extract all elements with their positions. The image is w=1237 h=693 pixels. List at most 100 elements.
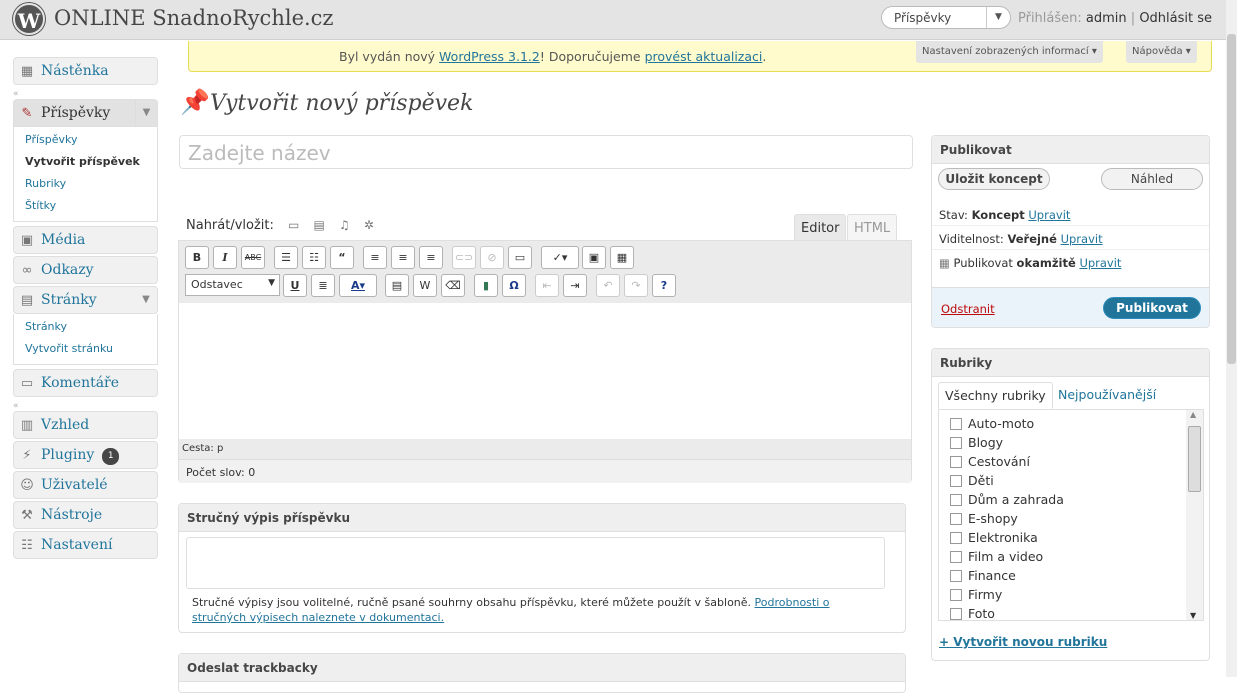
excerpt-title[interactable]: Stručný výpis příspěvku	[179, 504, 905, 532]
more-tag-button[interactable]: ▭	[508, 246, 532, 269]
submenu-item-add-post[interactable]: Vytvořit příspěvek	[14, 152, 157, 174]
category-checkbox[interactable]	[950, 418, 962, 430]
menu-links[interactable]: ∞ Odkazy	[13, 256, 158, 284]
category-scrollbar[interactable]: ▲ ▼	[1186, 410, 1203, 620]
add-audio-icon[interactable]: ♫	[339, 218, 350, 232]
category-checkbox[interactable]	[950, 608, 962, 620]
wordpress-logo-icon[interactable]: W	[13, 3, 45, 35]
menu-users[interactable]: ☺ Uživatelé	[13, 471, 158, 499]
save-draft-button[interactable]: Uložit koncept	[938, 168, 1050, 190]
fullscreen-button[interactable]: ▣	[582, 246, 606, 269]
bold-button[interactable]: B	[185, 246, 209, 269]
remove-format-button[interactable]: ⌫	[441, 274, 465, 297]
categories-title[interactable]: Rubriky	[932, 349, 1209, 377]
delete-link[interactable]: Odstranit	[941, 302, 995, 316]
publish-button[interactable]: Publikovat	[1103, 297, 1201, 319]
menu-comments[interactable]: ▭ Komentáře	[13, 369, 158, 397]
tab-popular-categories[interactable]: Nejpoužívanější	[1052, 382, 1162, 409]
menu-tools[interactable]: ⚒ Nástroje	[13, 501, 158, 529]
menu-appearance[interactable]: ▥ Vzhled	[13, 411, 158, 439]
site-title[interactable]: ONLINE SnadnoRychle.cz	[54, 6, 334, 30]
chevron-down-icon[interactable]: ▼	[135, 287, 157, 313]
add-image-icon[interactable]: ▭	[288, 218, 299, 232]
excerpt-textarea[interactable]	[186, 537, 885, 589]
category-item[interactable]: Foto	[950, 606, 995, 620]
category-checkbox[interactable]	[950, 513, 962, 525]
category-checkbox[interactable]	[950, 570, 962, 582]
category-item[interactable]: Firmy	[950, 587, 1002, 602]
link-icon[interactable]: ⊂⊃	[452, 246, 476, 269]
menu-pages[interactable]: ▤ Stránky ▼	[13, 286, 158, 314]
scroll-up-icon[interactable]: ▲	[1190, 410, 1196, 419]
editor-content-area[interactable]	[179, 303, 911, 438]
submenu-item-pages[interactable]: Stránky	[14, 317, 157, 339]
justify-button[interactable]: ≣	[311, 274, 335, 297]
publish-title[interactable]: Publikovat	[932, 136, 1209, 164]
menu-media[interactable]: ▣ Média	[13, 226, 158, 254]
chevron-down-icon[interactable]: ▼	[986, 7, 1010, 28]
edit-status-link[interactable]: Upravit	[1028, 208, 1070, 222]
submenu-item-posts[interactable]: Příspěvky	[14, 130, 157, 152]
menu-settings[interactable]: ☷ Nastavení	[13, 531, 158, 559]
category-item[interactable]: Auto-moto	[950, 416, 1034, 431]
update-link[interactable]: provést aktualizaci	[645, 49, 763, 64]
post-title-input[interactable]: Zadejte název	[179, 135, 913, 169]
category-checkbox[interactable]	[950, 456, 962, 468]
category-item[interactable]: Elektronika	[950, 530, 1038, 545]
category-item[interactable]: Dům a zahrada	[950, 492, 1064, 507]
outdent-button[interactable]: ⇤	[535, 274, 559, 297]
category-checkbox[interactable]	[950, 532, 962, 544]
category-checkbox[interactable]	[950, 475, 962, 487]
edit-schedule-link[interactable]: Upravit	[1079, 256, 1121, 270]
add-category-link[interactable]: + Vytvořit novou rubriku	[939, 635, 1107, 649]
wordpress-version-link[interactable]: WordPress 3.1.2	[439, 49, 540, 64]
add-video-icon[interactable]: ▤	[314, 218, 325, 232]
screen-options-tab[interactable]: Nastavení zobrazených informací ▾	[916, 41, 1103, 63]
undo-button[interactable]: ↶	[596, 274, 620, 297]
submenu-item-add-page[interactable]: Vytvořit stránku	[14, 339, 157, 361]
add-media-icon[interactable]: ✲	[364, 218, 374, 232]
format-select[interactable]: Odstavec ▼	[185, 274, 280, 296]
menu-plugins[interactable]: ⚡ Pluginy 1	[13, 441, 158, 469]
category-item[interactable]: Finance	[950, 568, 1016, 583]
align-center-button[interactable]: ≡	[391, 246, 415, 269]
help-tab[interactable]: Nápověda ▾	[1126, 41, 1197, 63]
menu-posts[interactable]: ✎ Příspěvky ▼	[13, 99, 158, 127]
submenu-item-tags[interactable]: Štítky	[14, 196, 157, 218]
strikethrough-button[interactable]: ABC	[241, 246, 265, 269]
scroll-thumb[interactable]	[1188, 426, 1201, 492]
category-checkbox[interactable]	[950, 494, 962, 506]
menu-dashboard[interactable]: ▦ Nástěnka	[13, 57, 158, 85]
category-checkbox[interactable]	[950, 437, 962, 449]
align-left-button[interactable]: ≡	[363, 246, 387, 269]
unlink-icon[interactable]: ⊘	[480, 246, 504, 269]
align-right-button[interactable]: ≡	[419, 246, 443, 269]
kitchen-sink-button[interactable]: ▦	[610, 246, 634, 269]
tab-visual[interactable]: Editor	[794, 214, 847, 241]
text-color-button[interactable]: A▾	[339, 274, 377, 297]
category-item[interactable]: E-shopy	[950, 511, 1018, 526]
paste-word-button[interactable]: W	[413, 274, 437, 297]
page-scrollbar[interactable]	[1226, 0, 1237, 677]
spellcheck-button[interactable]: ✓▾	[541, 246, 579, 269]
edit-visibility-link[interactable]: Upravit	[1061, 232, 1103, 246]
tab-all-categories[interactable]: Všechny rubriky	[938, 382, 1053, 409]
chevron-down-icon[interactable]: ▼	[135, 100, 157, 126]
bullet-list-button[interactable]: ☰	[274, 246, 298, 269]
paste-text-button[interactable]: ▤	[385, 274, 409, 297]
indent-button[interactable]: ⇥	[563, 274, 587, 297]
trackbacks-title[interactable]: Odeslat trackbacky	[179, 654, 905, 682]
numbered-list-button[interactable]: ☷	[302, 246, 326, 269]
preview-button[interactable]: Náhled	[1101, 168, 1203, 190]
media-embed-button[interactable]: ▮	[474, 274, 498, 297]
redo-button[interactable]: ↷	[624, 274, 648, 297]
submenu-item-categories[interactable]: Rubriky	[14, 174, 157, 196]
category-checkbox[interactable]	[950, 551, 962, 563]
scroll-thumb[interactable]	[1227, 34, 1236, 364]
category-checkbox[interactable]	[950, 589, 962, 601]
tab-html[interactable]: HTML	[847, 214, 898, 241]
category-item[interactable]: Film a video	[950, 549, 1043, 564]
blockquote-button[interactable]: “	[330, 246, 354, 269]
italic-button[interactable]: I	[213, 246, 237, 269]
favorites-select[interactable]: Příspěvky ▼	[881, 6, 1011, 29]
